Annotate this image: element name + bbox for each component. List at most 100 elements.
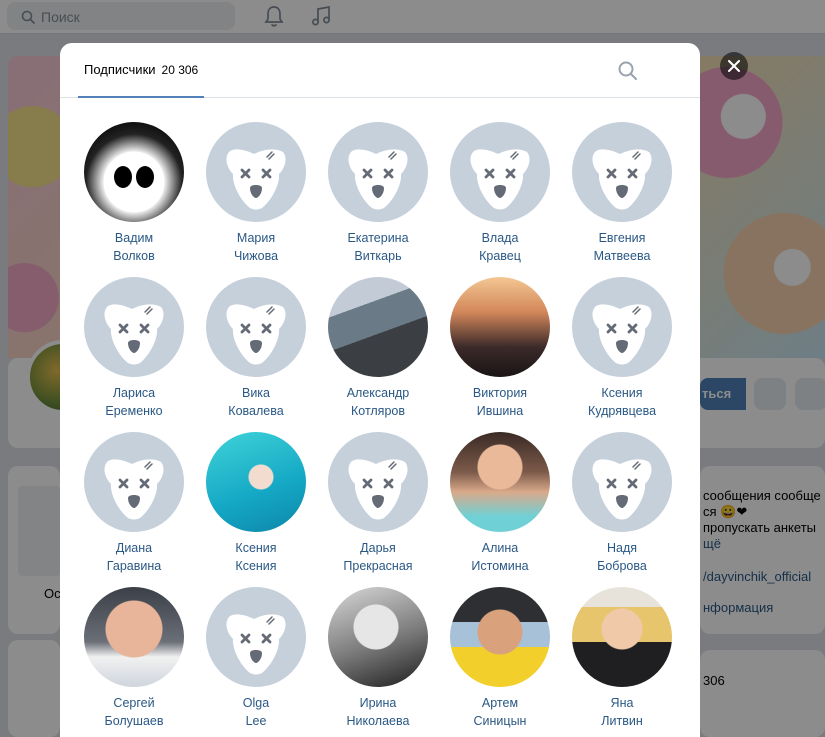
follower-last-name: Синицын [473, 714, 527, 728]
vk-dog-icon [348, 459, 408, 520]
follower-card[interactable]: Влада Кравец [439, 122, 561, 265]
vk-dog-icon [104, 304, 164, 365]
follower-name[interactable]: Вика Ковалева [195, 384, 317, 420]
follower-name[interactable]: Александр Котляров [317, 384, 439, 420]
follower-last-name: Литвин [601, 714, 643, 728]
avatar[interactable] [206, 122, 306, 222]
follower-card[interactable]: Яна Литвин [561, 587, 683, 730]
follower-first-name: Ирина [359, 696, 397, 710]
avatar[interactable] [328, 432, 428, 532]
follower-card[interactable]: Евгения Матвеева [561, 122, 683, 265]
avatar[interactable] [84, 432, 184, 532]
follower-name[interactable]: Olga Lee [195, 694, 317, 730]
follower-card[interactable]: Мария Чижова [195, 122, 317, 265]
follower-name[interactable]: Виктория Ившина [439, 384, 561, 420]
avatar[interactable] [206, 277, 306, 377]
follower-first-name: Ксения [235, 541, 277, 555]
follower-last-name: Матвеева [593, 249, 651, 263]
avatar[interactable] [572, 122, 672, 222]
follower-card[interactable]: Лариса Еременко [73, 277, 195, 420]
follower-name[interactable]: Диана Гаравина [73, 539, 195, 575]
vk-dog-icon [592, 304, 652, 365]
avatar[interactable] [450, 432, 550, 532]
vk-dog-icon [470, 149, 530, 210]
follower-card[interactable]: Olga Lee [195, 587, 317, 730]
follower-name[interactable]: Яна Литвин [561, 694, 683, 730]
modal-header: Подписчики 20 306 [60, 43, 700, 98]
follower-name[interactable]: Ксения Кудрявцева [561, 384, 683, 420]
follower-name[interactable]: Надя Боброва [561, 539, 683, 575]
avatar[interactable] [84, 122, 184, 222]
close-button[interactable] [720, 52, 748, 80]
vk-dog-icon [104, 459, 164, 520]
follower-last-name: Ковалева [228, 404, 284, 418]
tab-followers[interactable]: Подписчики 20 306 [78, 43, 205, 98]
search-icon[interactable] [617, 60, 639, 82]
follower-card[interactable]: Ксения Ксения [195, 432, 317, 575]
vk-dog-icon [226, 149, 286, 210]
panda-eye [114, 166, 132, 188]
follower-name[interactable]: Артем Синицын [439, 694, 561, 730]
follower-last-name: Чижова [233, 249, 279, 263]
follower-first-name: Вадим [114, 231, 154, 245]
follower-card[interactable]: Диана Гаравина [73, 432, 195, 575]
follower-card[interactable]: Виктория Ившина [439, 277, 561, 420]
follower-card[interactable]: Вадим Волков [73, 122, 195, 265]
follower-last-name: Боброва [597, 559, 647, 573]
follower-name[interactable]: Мария Чижова [195, 229, 317, 265]
avatar[interactable] [572, 432, 672, 532]
follower-card[interactable]: Алина Истомина [439, 432, 561, 575]
follower-first-name: Артем [481, 696, 519, 710]
follower-name[interactable]: Лариса Еременко [73, 384, 195, 420]
follower-card[interactable]: Екатерина Виткарь [317, 122, 439, 265]
vk-dog-icon [348, 149, 408, 210]
vk-dog-icon [226, 304, 286, 365]
follower-card[interactable]: Артем Синицын [439, 587, 561, 730]
avatar[interactable] [84, 277, 184, 377]
follower-last-name: Кравец [479, 249, 521, 263]
avatar[interactable] [450, 277, 550, 377]
follower-name[interactable]: Ксения Ксения [195, 539, 317, 575]
avatar[interactable] [206, 587, 306, 687]
follower-card[interactable]: Вика Ковалева [195, 277, 317, 420]
follower-name[interactable]: Влада Кравец [439, 229, 561, 265]
follower-last-name: Котляров [350, 404, 406, 418]
follower-first-name: Дарья [360, 541, 396, 555]
follower-last-name: Ксения [235, 559, 277, 573]
avatar[interactable] [572, 587, 672, 687]
avatar[interactable] [572, 277, 672, 377]
follower-name[interactable]: Вадим Волков [73, 229, 195, 265]
follower-name[interactable]: Евгения Матвеева [561, 229, 683, 265]
follower-name[interactable]: Алина Истомина [439, 539, 561, 575]
follower-last-name: Ившина [476, 404, 524, 418]
follower-name[interactable]: Сергей Болушаев [73, 694, 195, 730]
avatar[interactable] [206, 432, 306, 532]
avatar[interactable] [328, 122, 428, 222]
follower-first-name: Александр [346, 386, 410, 400]
follower-last-name: Прекрасная [343, 559, 413, 573]
avatar[interactable] [328, 277, 428, 377]
follower-card[interactable]: Ксения Кудрявцева [561, 277, 683, 420]
follower-first-name: Виктория [472, 386, 528, 400]
follower-last-name: Болушаев [104, 714, 164, 728]
followers-modal: Подписчики 20 306 Вадим Волков Мария Чижов… [60, 43, 700, 737]
follower-name[interactable]: Ирина Николаева [317, 694, 439, 730]
follower-card[interactable]: Дарья Прекрасная [317, 432, 439, 575]
follower-card[interactable]: Александр Котляров [317, 277, 439, 420]
follower-name[interactable]: Екатерина Виткарь [317, 229, 439, 265]
follower-first-name: Алина [481, 541, 519, 555]
avatar[interactable] [328, 587, 428, 687]
vk-dog-icon [592, 459, 652, 520]
follower-card[interactable]: Надя Боброва [561, 432, 683, 575]
follower-last-name: Кудрявцева [587, 404, 657, 418]
avatar[interactable] [450, 587, 550, 687]
panda-eye [136, 166, 154, 188]
follower-name[interactable]: Дарья Прекрасная [317, 539, 439, 575]
follower-first-name: Влада [481, 231, 519, 245]
follower-card[interactable]: Сергей Болушаев [73, 587, 195, 730]
avatar[interactable] [450, 122, 550, 222]
avatar[interactable] [84, 587, 184, 687]
follower-first-name: Вика [241, 386, 270, 400]
follower-last-name: Lee [245, 714, 267, 728]
follower-card[interactable]: Ирина Николаева [317, 587, 439, 730]
